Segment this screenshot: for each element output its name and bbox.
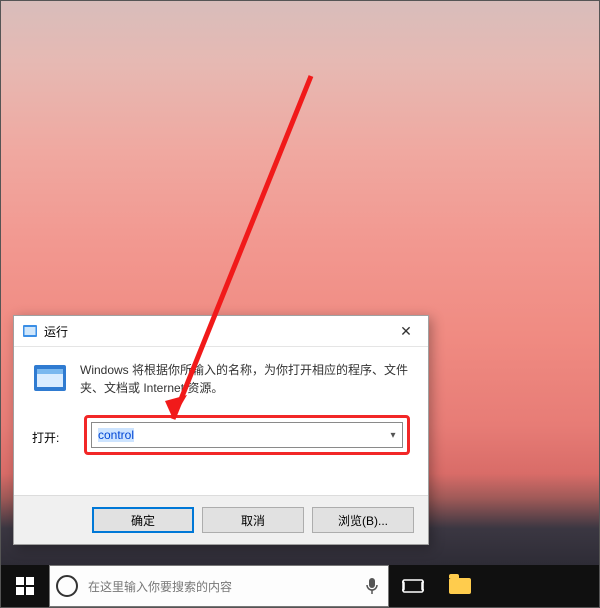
cortana-icon bbox=[56, 575, 78, 597]
folder-icon bbox=[449, 578, 471, 594]
windows-logo-icon bbox=[16, 577, 34, 595]
open-row: 打开: ▾ bbox=[32, 415, 410, 455]
ok-button[interactable]: 确定 bbox=[92, 507, 194, 533]
open-combobox[interactable]: ▾ bbox=[91, 422, 403, 448]
chevron-down-icon[interactable]: ▾ bbox=[384, 423, 402, 447]
open-label: 打开: bbox=[32, 425, 84, 446]
dialog-description: Windows 将根据你所输入的名称，为你打开相应的程序、文件夹、文档或 Int… bbox=[80, 361, 410, 397]
start-button[interactable] bbox=[1, 565, 49, 607]
taskbar-search[interactable]: 在这里输入你要搜索的内容 bbox=[49, 565, 389, 607]
task-view-icon bbox=[402, 577, 424, 595]
task-view-button[interactable] bbox=[389, 565, 437, 607]
button-row: 确定 取消 浏览(B)... bbox=[14, 495, 428, 544]
run-app-title-icon bbox=[22, 323, 38, 339]
file-explorer-taskbar-icon[interactable] bbox=[437, 565, 483, 607]
microphone-icon[interactable] bbox=[356, 577, 388, 595]
desktop-wallpaper: 运行 ✕ Windows 将根据你所输入的名称，为你打开相应的程序、文件夹、文档… bbox=[0, 0, 600, 608]
taskbar: 在这里输入你要搜索的内容 bbox=[1, 565, 599, 607]
browse-button[interactable]: 浏览(B)... bbox=[312, 507, 414, 533]
close-icon: ✕ bbox=[400, 323, 412, 340]
run-app-icon bbox=[32, 361, 68, 397]
titlebar[interactable]: 运行 ✕ bbox=[14, 316, 428, 347]
annotation-highlight-box: ▾ bbox=[84, 415, 410, 455]
cancel-button[interactable]: 取消 bbox=[202, 507, 304, 533]
dialog-title: 运行 bbox=[44, 323, 384, 340]
search-placeholder: 在这里输入你要搜索的内容 bbox=[88, 578, 356, 595]
open-input[interactable] bbox=[92, 423, 384, 447]
close-button[interactable]: ✕ bbox=[384, 316, 428, 346]
run-dialog: 运行 ✕ Windows 将根据你所输入的名称，为你打开相应的程序、文件夹、文档… bbox=[13, 315, 429, 545]
dialog-body: Windows 将根据你所输入的名称，为你打开相应的程序、文件夹、文档或 Int… bbox=[14, 347, 428, 397]
